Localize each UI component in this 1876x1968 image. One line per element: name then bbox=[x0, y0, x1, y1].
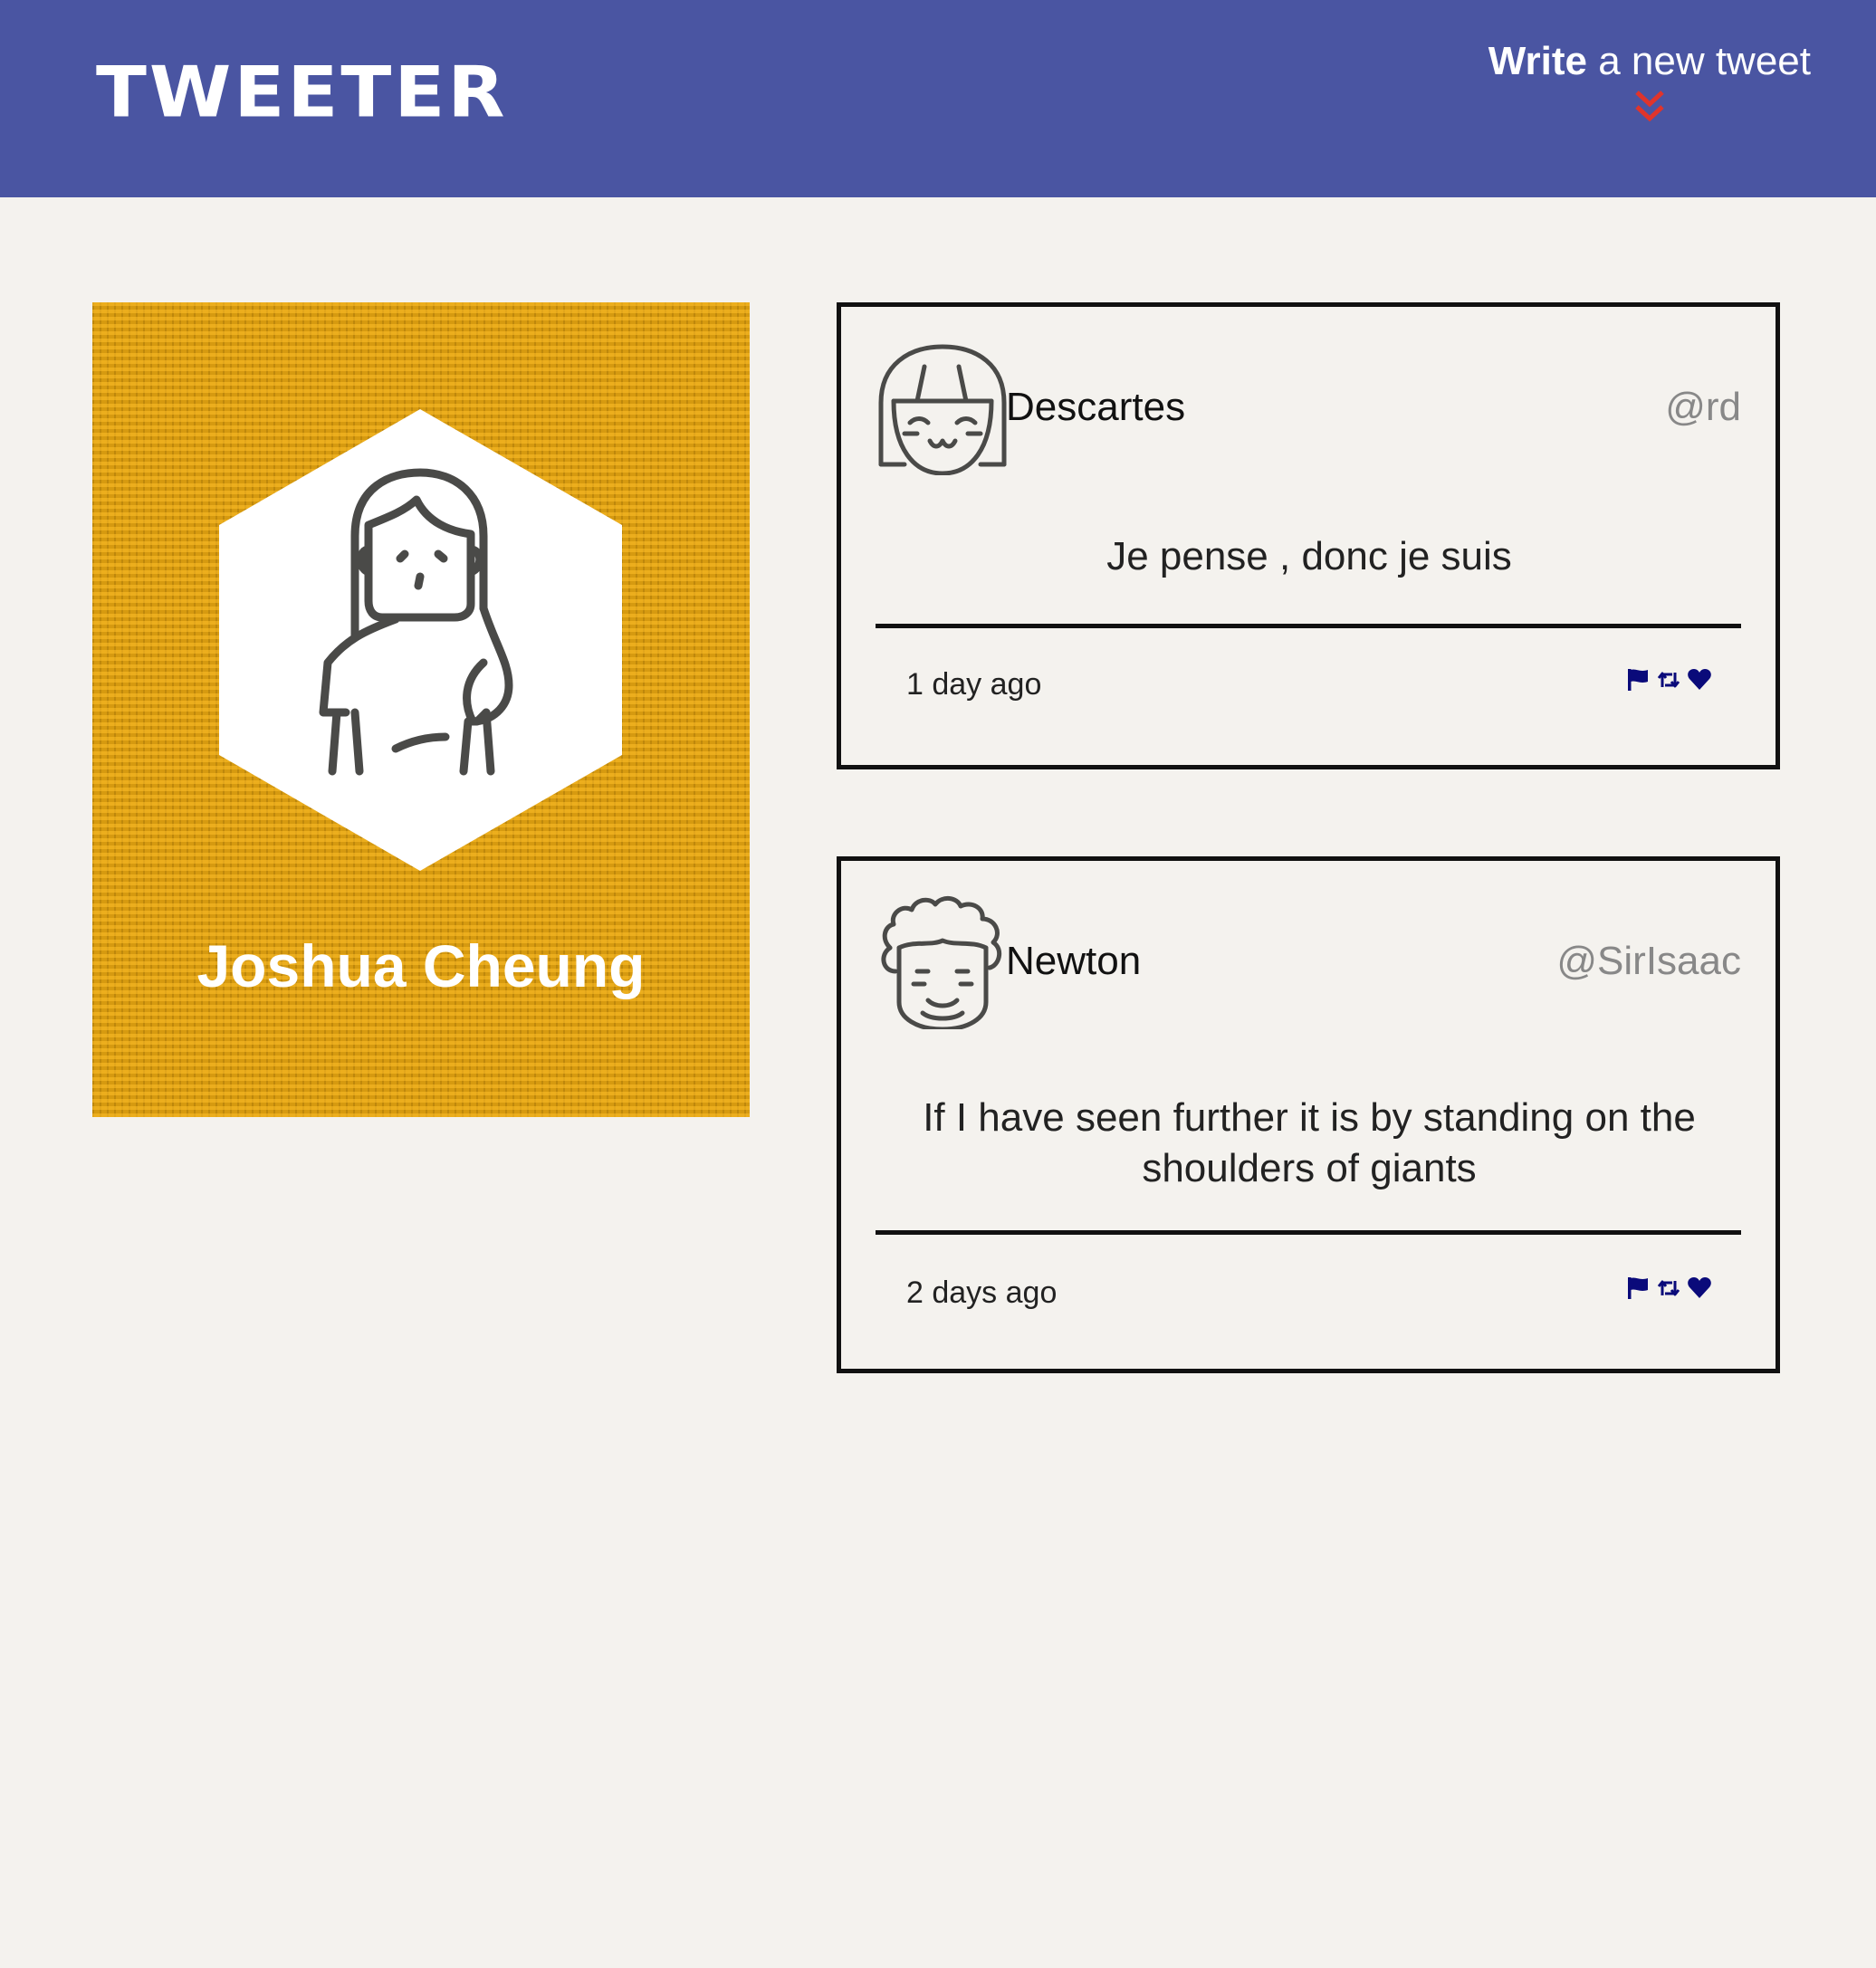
heart-icon[interactable] bbox=[1687, 1275, 1712, 1301]
heart-icon[interactable] bbox=[1687, 667, 1712, 693]
tweet-card: Newton @SirIsaac If I have seen further … bbox=[837, 856, 1780, 1373]
write-tweet-toggle[interactable]: Write a new tweet bbox=[1488, 42, 1811, 125]
avatar-icon bbox=[878, 344, 1007, 475]
user-avatar-icon bbox=[219, 409, 622, 871]
tweet-footer: 1 day ago bbox=[906, 662, 1712, 707]
tweet-actions bbox=[1625, 667, 1712, 693]
tweet-footer: 2 days ago bbox=[906, 1270, 1712, 1315]
tweet-author-name[interactable]: Descartes bbox=[1006, 339, 1185, 475]
flag-icon[interactable] bbox=[1625, 1275, 1651, 1301]
tweet-actions bbox=[1625, 1275, 1712, 1301]
double-chevron-down-icon[interactable] bbox=[1632, 89, 1668, 125]
retweet-icon[interactable] bbox=[1656, 1275, 1681, 1301]
flag-icon[interactable] bbox=[1625, 667, 1651, 693]
profile-card: Joshua Cheung bbox=[92, 302, 750, 1117]
top-nav: TWEETER Write a new tweet bbox=[0, 0, 1876, 197]
tweet-divider bbox=[876, 624, 1741, 628]
tweet-header: Descartes @rd bbox=[877, 339, 1741, 475]
tweet-divider bbox=[876, 1230, 1741, 1235]
tweet-timestamp: 1 day ago bbox=[906, 667, 1042, 702]
retweet-icon[interactable] bbox=[1656, 667, 1681, 693]
tweet-author-name[interactable]: Newton bbox=[1006, 893, 1141, 1029]
compose-label-strong: Write bbox=[1488, 39, 1587, 83]
profile-name: Joshua Cheung bbox=[196, 932, 646, 999]
tweet-text: Je pense , donc je suis bbox=[1106, 534, 1512, 578]
tweet-timestamp: 2 days ago bbox=[906, 1275, 1058, 1310]
compose-label-rest: a new tweet bbox=[1586, 39, 1811, 83]
tweet-header: Newton @SirIsaac bbox=[877, 893, 1741, 1029]
app-logo[interactable]: TWEETER bbox=[96, 58, 508, 129]
tweet-card: Descartes @rd Je pense , donc je suis 1 … bbox=[837, 302, 1780, 769]
tweet-author-handle[interactable]: @rd bbox=[1665, 339, 1741, 475]
tweet-text: If I have seen further it is by standing… bbox=[923, 1095, 1696, 1190]
avatar-icon bbox=[881, 896, 1002, 1029]
tweet-author-handle[interactable]: @SirIsaac bbox=[1556, 893, 1741, 1029]
